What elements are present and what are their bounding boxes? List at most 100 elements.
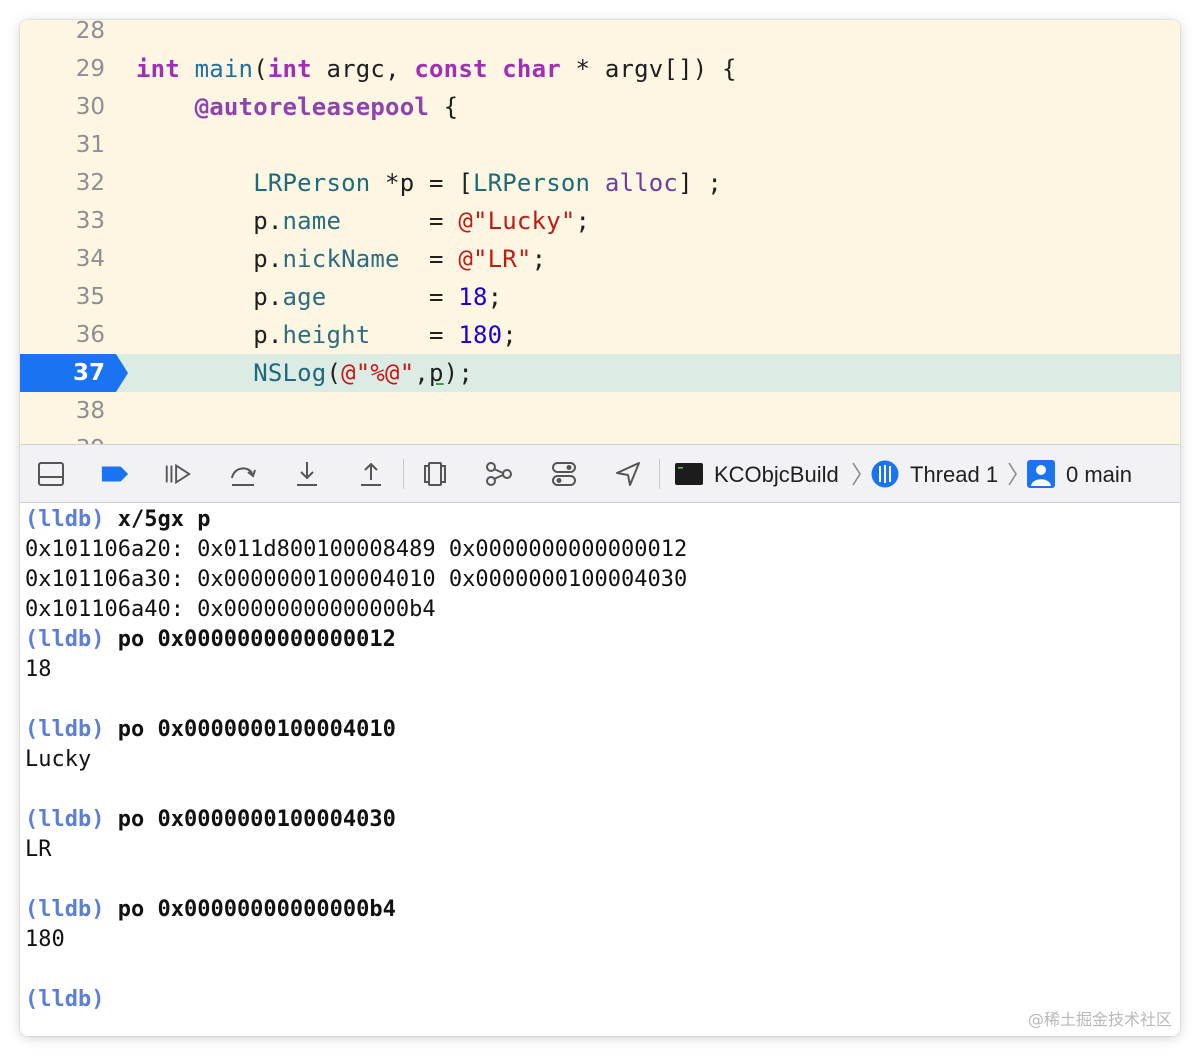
code-text: p.height = 180; <box>136 321 517 349</box>
code-token: = <box>370 321 459 349</box>
code-token: , <box>414 359 430 387</box>
code-token: const <box>414 55 488 83</box>
code-text: @autoreleasepool { <box>136 93 459 121</box>
user-frame-icon <box>1026 459 1056 489</box>
chevron-right-icon <box>1008 462 1017 486</box>
code-token: nickName <box>282 245 400 273</box>
code-token: = <box>341 207 459 235</box>
code-token: ; <box>502 321 517 349</box>
code-token: *p = [ <box>370 169 473 197</box>
code-text: p.nickName = @"LR"; <box>136 245 546 273</box>
console-text: 0x101106a30: 0x0000000100004010 0x000000… <box>25 567 688 592</box>
line-number: 36 <box>75 322 105 348</box>
console-output: LR <box>25 835 52 865</box>
console-text: 0x101106a20: 0x011d800100008489 0x000000… <box>25 537 688 562</box>
code-line[interactable]: 28 <box>20 20 1180 50</box>
source-editor[interactable]: 28 29 int main(int argc, const char * argv… <box>20 20 1180 444</box>
continue-icon[interactable] <box>163 459 193 489</box>
code-token: * argv[]) { <box>560 55 737 83</box>
code-line[interactable]: 29 int main(int argc, const char * argv[]… <box>20 50 1180 88</box>
line-number: 33 <box>75 208 105 234</box>
console-text: po 0x0000000100004010 <box>117 717 396 742</box>
thread-icon <box>870 459 900 489</box>
code-line[interactable]: 31 <box>20 126 1180 164</box>
code-token: LRPerson <box>253 169 371 197</box>
console-text: 18 <box>25 657 52 682</box>
code-line[interactable]: 38 <box>20 392 1180 430</box>
code-text: int main(int argc, const char * argv[]) … <box>136 55 737 83</box>
code-line[interactable]: 32 LRPerson *p = [LRPerson alloc] ; <box>20 164 1180 202</box>
line-number: 32 <box>75 170 105 196</box>
code-token: name <box>282 207 342 235</box>
hide-debug-area-icon[interactable] <box>36 459 66 489</box>
console-output: 180 <box>25 925 65 955</box>
code-token: main <box>194 55 254 83</box>
target-name[interactable]: KCObjcBuild <box>714 445 839 504</box>
code-text: p.name = @"Lucky"; <box>136 207 590 235</box>
code-token: p <box>429 359 444 387</box>
line-number: 30 <box>75 94 105 120</box>
code-line[interactable]: 35 p.age = 18; <box>20 278 1180 316</box>
step-into-icon[interactable] <box>292 459 322 489</box>
code-line[interactable]: 34 p.nickName = @"LR"; <box>20 240 1180 278</box>
code-token: int <box>136 55 180 83</box>
terminal-icon <box>674 459 704 489</box>
breakpoints-toggle-icon[interactable] <box>100 459 130 489</box>
code-token: { <box>429 93 459 121</box>
lldb-prompt: (lldb) <box>25 507 105 532</box>
code-token: @autoreleasepool <box>194 93 429 121</box>
code-line-current[interactable]: 37 NSLog(@"%@",p); <box>20 354 1180 392</box>
code-token: ; <box>487 283 503 311</box>
code-token: 180 <box>458 321 503 349</box>
lldb-prompt: (lldb) <box>25 807 105 832</box>
line-number: 38 <box>75 398 105 424</box>
console-output: 0x101106a40: 0x00000000000000b4 <box>25 595 436 625</box>
console-output: 18 <box>25 655 52 685</box>
toolbar-divider <box>403 459 404 489</box>
chevron-right-icon <box>852 462 861 486</box>
code-line[interactable]: 33 p.name = @"Lucky"; <box>20 202 1180 240</box>
console-text: x/5gx p <box>117 507 211 532</box>
code-line[interactable]: 39 <box>20 430 1180 444</box>
code-token: = <box>399 245 459 273</box>
simulate-location-icon[interactable] <box>613 459 643 489</box>
code-token: ( <box>326 359 342 387</box>
line-number: 31 <box>75 132 105 158</box>
memory-graph-icon[interactable] <box>484 459 514 489</box>
code-token: int <box>267 55 312 83</box>
step-out-icon[interactable] <box>356 459 386 489</box>
step-over-icon[interactable] <box>228 459 258 489</box>
console-command: (lldb) po 0x0000000100004030 <box>25 805 396 835</box>
code-token: height <box>282 321 371 349</box>
console-text: Lucky <box>25 747 92 772</box>
code-line[interactable]: 30 @autoreleasepool { <box>20 88 1180 126</box>
line-number: 34 <box>75 246 105 272</box>
code-line[interactable]: 36 p.height = 180; <box>20 316 1180 354</box>
code-token: ; <box>531 245 547 273</box>
code-token: @"LR" <box>458 245 532 273</box>
console-output: Lucky <box>25 745 91 775</box>
lldb-prompt: (lldb) <box>25 987 105 1012</box>
code-token: alloc <box>604 169 679 197</box>
code-token: argc, <box>311 55 415 83</box>
lldb-console[interactable]: @稀土掘金技术社区 (lldb) x/5gx p 0x101106a20: 0x0… <box>20 503 1180 1036</box>
view-hierarchy-icon[interactable] <box>420 459 450 489</box>
environment-overrides-icon[interactable] <box>549 459 579 489</box>
code-token: ( <box>253 55 268 83</box>
code-token: @"Lucky" <box>458 207 576 235</box>
line-number: 28 <box>75 20 105 44</box>
console-command: (lldb) po 0x0000000100004010 <box>25 715 396 745</box>
thread-name[interactable]: Thread 1 <box>910 445 998 504</box>
code-token: char <box>502 55 561 83</box>
lldb-prompt: (lldb) <box>25 897 105 922</box>
code-token: p. <box>136 207 283 235</box>
frame-name[interactable]: 0 main <box>1066 445 1132 504</box>
xcode-debug-window: 28 29 int main(int argc, const char * argv… <box>20 20 1180 1036</box>
code-token: p. <box>136 283 283 311</box>
debug-bar: KCObjcBuild Thread 1 0 main <box>20 444 1180 503</box>
code-token: ); <box>443 359 473 387</box>
